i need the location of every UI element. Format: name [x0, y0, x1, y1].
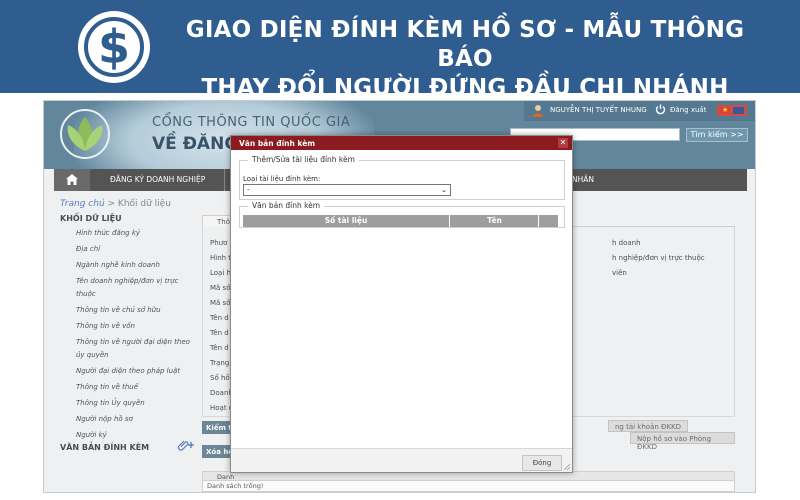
dialog-title: Văn bản đính kèm: [239, 139, 316, 148]
column-doc-number[interactable]: Số tài liệu: [243, 215, 450, 227]
attachments-fieldset: Văn bản đính kèm Số tài liệu Tên: [239, 201, 565, 228]
close-button[interactable]: Đóng: [522, 455, 562, 471]
attachments-grid-header: Số tài liệu Tên: [243, 215, 558, 227]
doc-type-label: Loại tài liệu đính kèm:: [243, 175, 321, 183]
banner-title: GIAO DIỆN ĐÍNH KÈM HỒ SƠ - MẪU THÔNG BÁO…: [160, 16, 770, 103]
attachment-dialog: Văn bản đính kèm ✕ Thêm/Sửa tài liệu đín…: [230, 135, 573, 473]
app-screenshot: CỔNG THÔNG TIN QUỐC GIA VỀ ĐĂNG NGUYỄN T…: [43, 100, 756, 493]
fieldset-legend: Văn bản đính kèm: [248, 201, 325, 210]
doc-type-value: -: [247, 186, 250, 194]
banner-title-line2: THAY ĐỔI NGƯỜI ĐỨNG ĐẦU CHI NHÁNH: [201, 75, 729, 101]
chevron-down-icon: ⌄: [441, 186, 447, 194]
dialog-footer: Đóng: [231, 448, 572, 472]
dollar-logo-icon: $: [78, 11, 150, 83]
close-icon[interactable]: ✕: [558, 138, 568, 148]
top-banner: $ GIAO DIỆN ĐÍNH KÈM HỒ SƠ - MẪU THÔNG B…: [0, 0, 800, 101]
doc-type-select[interactable]: - ⌄: [243, 184, 451, 196]
fieldset-legend: Thêm/Sửa tài liệu đính kèm: [248, 155, 359, 164]
dialog-titlebar[interactable]: Văn bản đính kèm ✕: [231, 136, 572, 150]
column-name[interactable]: Tên: [451, 215, 539, 227]
banner-title-line1: GIAO DIỆN ĐÍNH KÈM HỒ SƠ - MẪU THÔNG BÁO: [185, 17, 745, 72]
add-edit-attachment-fieldset: Thêm/Sửa tài liệu đính kèm Loại tài liệu…: [239, 155, 565, 200]
resize-grip-icon[interactable]: [563, 463, 571, 471]
